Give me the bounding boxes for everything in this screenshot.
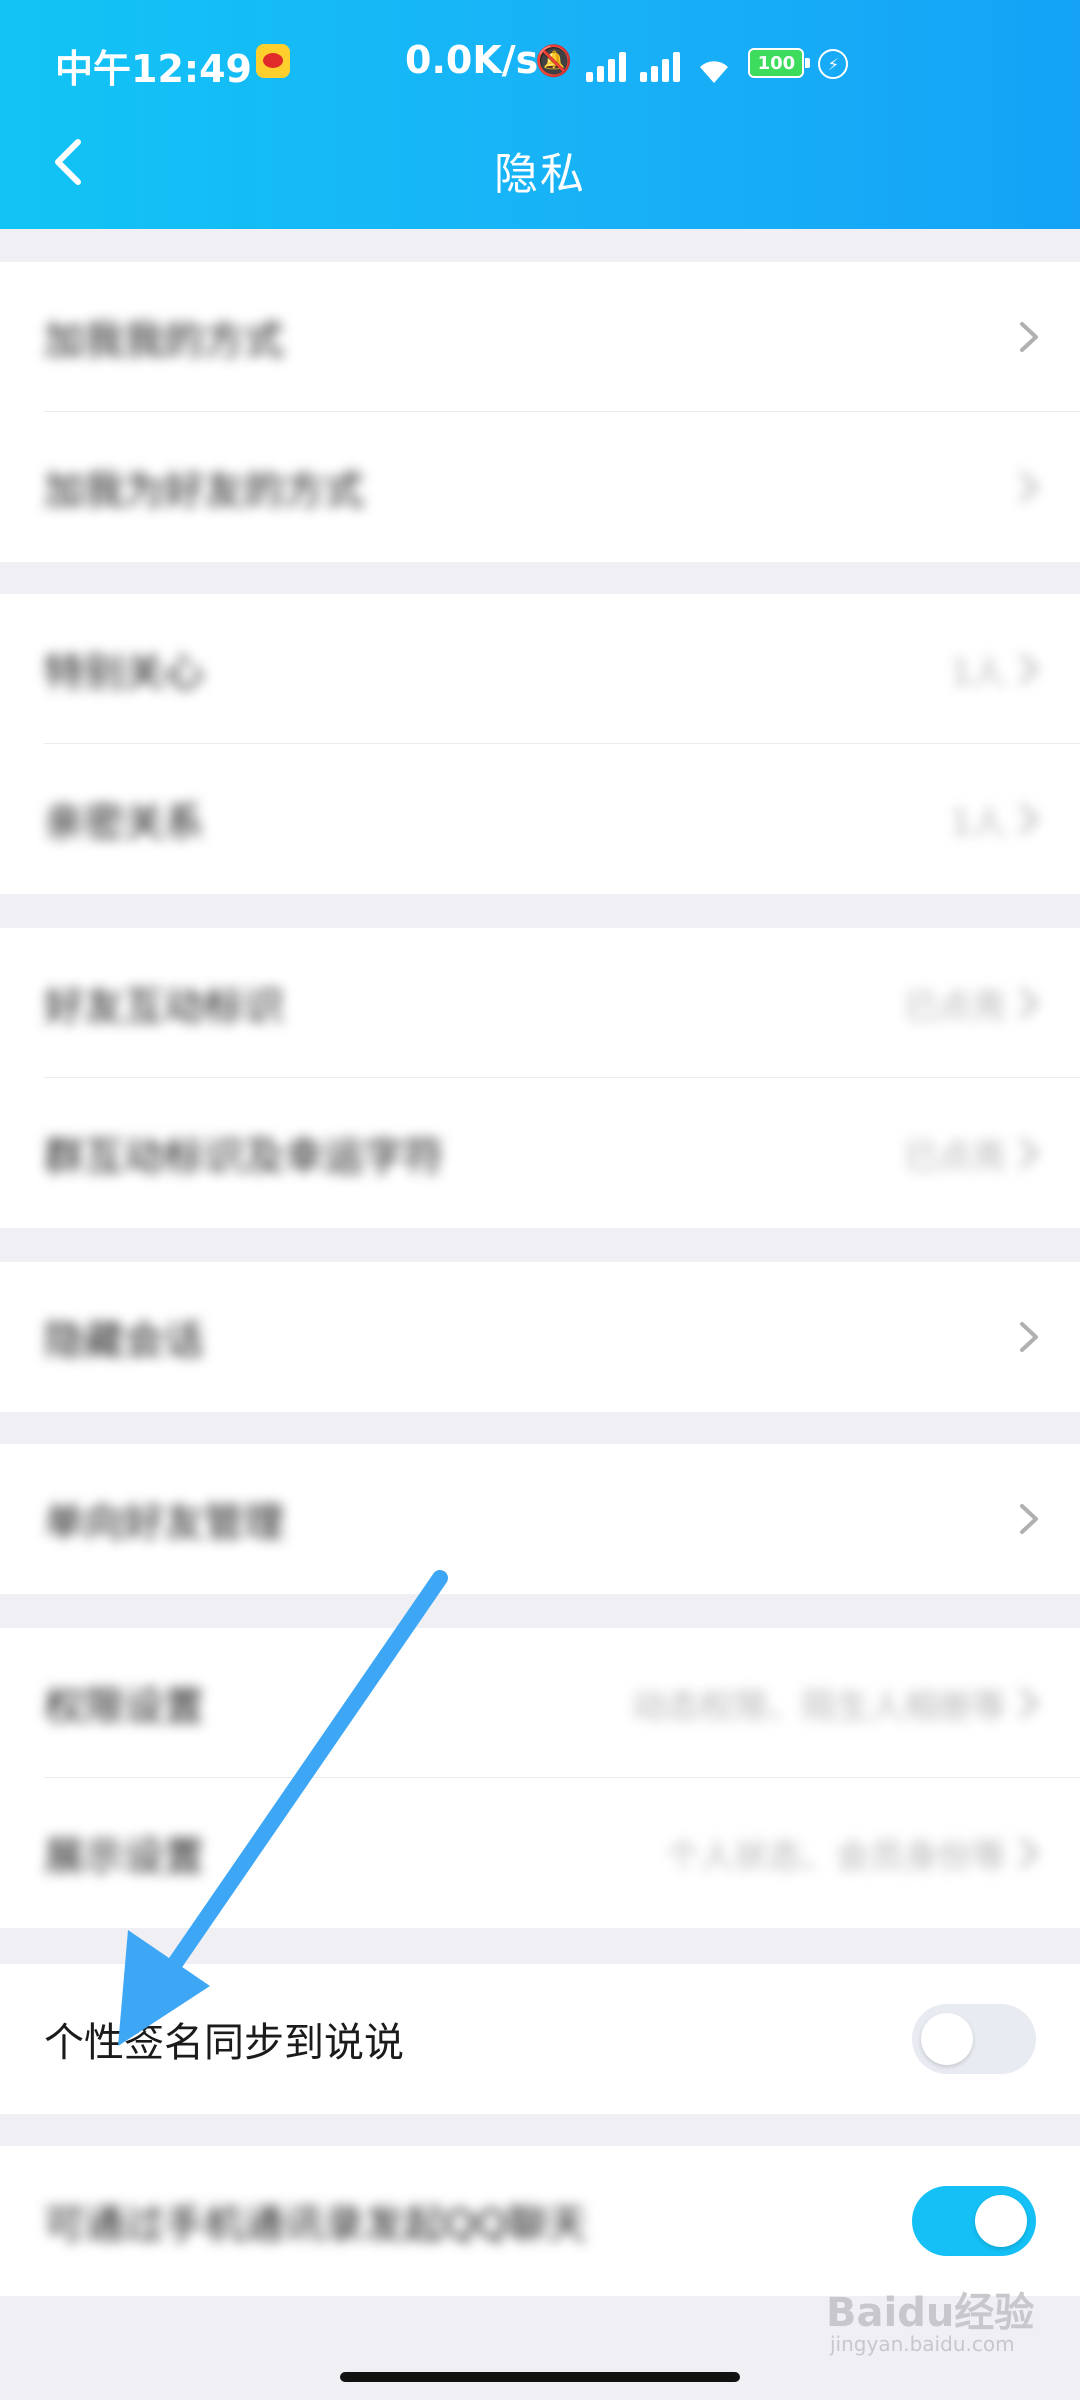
- status-time: 中午12:49: [55, 47, 252, 91]
- settings-group-7: 个性签名同步到说说: [0, 1964, 1080, 2114]
- weibo-icon: [256, 44, 290, 78]
- home-indicator[interactable]: [340, 2372, 740, 2382]
- watermark-url: jingyan.baidu.com: [830, 2332, 1015, 2356]
- bell-muted-icon: 🔕: [535, 44, 573, 79]
- setting-value: 1人: [950, 652, 1006, 693]
- setting-label: 亲密关系: [44, 800, 204, 846]
- chevron-right-icon: [1020, 1322, 1038, 1352]
- setting-row-group-interaction[interactable]: 群互动标识及幸运字符 已点亮: [0, 1078, 1080, 1228]
- charging-icon: ⚡: [818, 49, 849, 79]
- chevron-right-icon: [1020, 1138, 1038, 1168]
- setting-row-contacts-chat: 可通过手机通讯录发起QQ聊天: [0, 2146, 1080, 2296]
- toggle-knob: [975, 2195, 1027, 2247]
- setting-row-special-care[interactable]: 特别关心 1人: [0, 594, 1080, 744]
- chevron-right-icon: [1020, 654, 1038, 684]
- setting-label: 个性签名同步到说说: [44, 2020, 404, 2066]
- settings-group-5: 单向好友管理: [0, 1444, 1080, 1594]
- setting-label: 隐藏会话: [44, 1318, 204, 1364]
- setting-label: 加我我的方式: [44, 318, 284, 364]
- chevron-right-icon: [1020, 988, 1038, 1018]
- settings-group-6: 权限设置 动态权限、陌生人相册等 展示设置 个人状态、会员身份等: [0, 1628, 1080, 1928]
- setting-row-add-me-way[interactable]: 加我我的方式: [0, 262, 1080, 412]
- chevron-right-icon: [1020, 1504, 1038, 1534]
- setting-label: 群互动标识及幸运字符: [44, 1134, 444, 1180]
- net-speed: 0.0K/s: [405, 38, 539, 82]
- chevron-right-icon: [1020, 1838, 1038, 1868]
- setting-value: 已点亮: [904, 1136, 1006, 1177]
- setting-label: 好友互动标识: [44, 984, 284, 1030]
- chevron-right-icon: [1020, 804, 1038, 834]
- setting-row-one-way-friends[interactable]: 单向好友管理: [0, 1444, 1080, 1594]
- setting-label: 单向好友管理: [44, 1500, 284, 1546]
- setting-row-friend-interaction[interactable]: 好友互动标识 已点亮: [0, 928, 1080, 1078]
- setting-label: 权限设置: [44, 1684, 204, 1730]
- setting-row-permissions[interactable]: 权限设置 动态权限、陌生人相册等: [0, 1628, 1080, 1778]
- chevron-right-icon: [1020, 322, 1038, 352]
- setting-value: 已点亮: [904, 986, 1006, 1027]
- settings-group-3: 好友互动标识 已点亮 群互动标识及幸运字符 已点亮: [0, 928, 1080, 1228]
- setting-row-signature-sync: 个性签名同步到说说: [0, 1964, 1080, 2114]
- setting-label: 加我为好友的方式: [44, 468, 364, 514]
- setting-label: 展示设置: [44, 1834, 204, 1880]
- app-header: 中午12:49 0.0K/s 🔕 100 ⚡ 隐私: [0, 0, 1080, 229]
- chevron-right-icon: [1020, 1688, 1038, 1718]
- signal-icon: [586, 50, 627, 82]
- setting-value: 1人: [950, 802, 1006, 843]
- wifi-icon: [694, 50, 734, 83]
- setting-value: 个人状态、会员身份等: [666, 1836, 1006, 1877]
- baidu-watermark: Baidu经验 jingyan.baidu.com: [826, 2280, 1035, 2356]
- chevron-right-icon: [1020, 472, 1038, 502]
- settings-group-1: 加我我的方式 加我为好友的方式: [0, 262, 1080, 562]
- signature-sync-toggle[interactable]: [912, 2004, 1036, 2074]
- status-bar: 中午12:49 0.0K/s 🔕 100 ⚡: [0, 0, 1080, 130]
- page-title: 隐私: [494, 149, 586, 200]
- settings-group-4: 隐藏会话: [0, 1262, 1080, 1412]
- setting-row-intimate-relation[interactable]: 亲密关系 1人: [0, 744, 1080, 894]
- battery-icon: 100: [748, 48, 811, 78]
- setting-row-hidden-chats[interactable]: 隐藏会话: [0, 1262, 1080, 1412]
- setting-label: 可通过手机通讯录发起QQ聊天: [44, 2202, 587, 2248]
- setting-row-display[interactable]: 展示设置 个人状态、会员身份等: [0, 1778, 1080, 1928]
- settings-group-2: 特别关心 1人 亲密关系 1人: [0, 594, 1080, 894]
- settings-group-8: 可通过手机通讯录发起QQ聊天: [0, 2146, 1080, 2296]
- toggle-knob: [921, 2013, 973, 2065]
- watermark-brand: Baidu经验: [826, 2290, 1035, 2336]
- setting-value: 动态权限、陌生人相册等: [632, 1686, 1006, 1727]
- setting-row-add-friend-way[interactable]: 加我为好友的方式: [0, 412, 1080, 562]
- setting-label: 特别关心: [44, 650, 204, 696]
- contacts-chat-toggle[interactable]: [912, 2186, 1036, 2256]
- signal-icon-2: [640, 50, 681, 82]
